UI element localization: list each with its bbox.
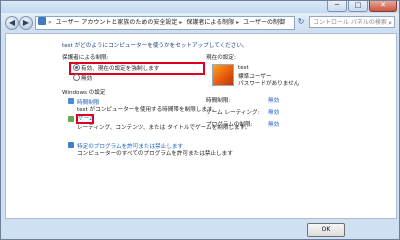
user-avatar (212, 64, 234, 86)
parental-controls-heading: 保護者による制限: (62, 55, 109, 61)
search-placeholder: コントロール パネルの検索 (313, 19, 387, 26)
footer-bar: OK (1, 219, 399, 239)
back-arrow-icon[interactable]: ◀ (5, 16, 19, 30)
allow-programs-description: コンピューターのすべてのプログラムを許可または禁止します (77, 151, 233, 157)
radio-disable[interactable] (73, 74, 80, 81)
time-limits-description: test がコンピューターを使用する時間帯を制限します。 (77, 107, 218, 113)
summary-value[interactable]: 無効 (268, 120, 279, 128)
summary-value[interactable]: 無効 (268, 108, 279, 116)
address-bar: ◀ ▶ » ユーザー アカウントと家族のための安全設定 ▸ 保護者による制限 ▸ ユ… (1, 13, 399, 31)
summary-value[interactable]: 無効 (268, 96, 279, 104)
close-button[interactable]: ✕ (369, 1, 397, 12)
title-bar: ─ □ ✕ (1, 1, 399, 13)
search-icon[interactable]: ⌕ (388, 17, 392, 29)
breadcrumb-separator: ▸ (236, 19, 240, 26)
main-content: test がどのようにコンピューターを使うかをセットアップしてください。 保護者… (5, 33, 397, 219)
breadcrumb-item[interactable]: 保護者による制限 (186, 19, 234, 26)
forward-arrow-icon[interactable]: ▶ (19, 16, 33, 30)
summary-label: 時間制限: (206, 98, 231, 104)
windows-settings-heading: Windows の設定 (62, 90, 106, 96)
summary-label: ゲーム レーティング: (206, 110, 260, 116)
control-panel-window: ─ □ ✕ ◀ ▶ » ユーザー アカウントと家族のための安全設定 ▸ 保護者によ… (0, 0, 400, 240)
breadcrumb-item[interactable]: ユーザーの制御 (243, 19, 285, 26)
maximize-button[interactable]: □ (348, 1, 368, 12)
programs-icon (68, 142, 74, 148)
search-input[interactable]: コントロール パネルの検索 ⌕ (309, 16, 395, 28)
radio-enable[interactable] (73, 64, 80, 71)
breadcrumb-item[interactable]: ユーザー アカウントと家族のための安全設定 (56, 19, 178, 26)
summary-label: プログラムの制限: (206, 122, 253, 128)
user-password-status: パスワードがありません (238, 81, 300, 87)
option-enable-label[interactable]: 有効、現在の設定を強制します (81, 64, 159, 72)
games-link[interactable]: ゲーム (78, 114, 95, 122)
user-name: test (238, 65, 249, 71)
game-controller-icon (68, 116, 74, 122)
page-intro: test がどのようにコンピューターを使うかをセットアップしてください。 (62, 43, 248, 49)
clock-icon (68, 98, 74, 104)
current-settings-heading: 現在の設定: (206, 55, 236, 61)
control-panel-icon (38, 17, 46, 25)
minimize-button[interactable]: ─ (327, 1, 347, 12)
option-disable-label[interactable]: 無効 (81, 74, 92, 82)
window-controls: ─ □ ✕ (326, 1, 397, 13)
ok-button[interactable]: OK (307, 223, 345, 237)
breadcrumb-separator: ▸ (179, 19, 183, 26)
breadcrumb[interactable]: » ユーザー アカウントと家族のための安全設定 ▸ 保護者による制限 ▸ ユーザーの… (35, 16, 295, 30)
refresh-icon[interactable]: ↻ (295, 16, 307, 28)
breadcrumb-separator: » (48, 19, 52, 26)
